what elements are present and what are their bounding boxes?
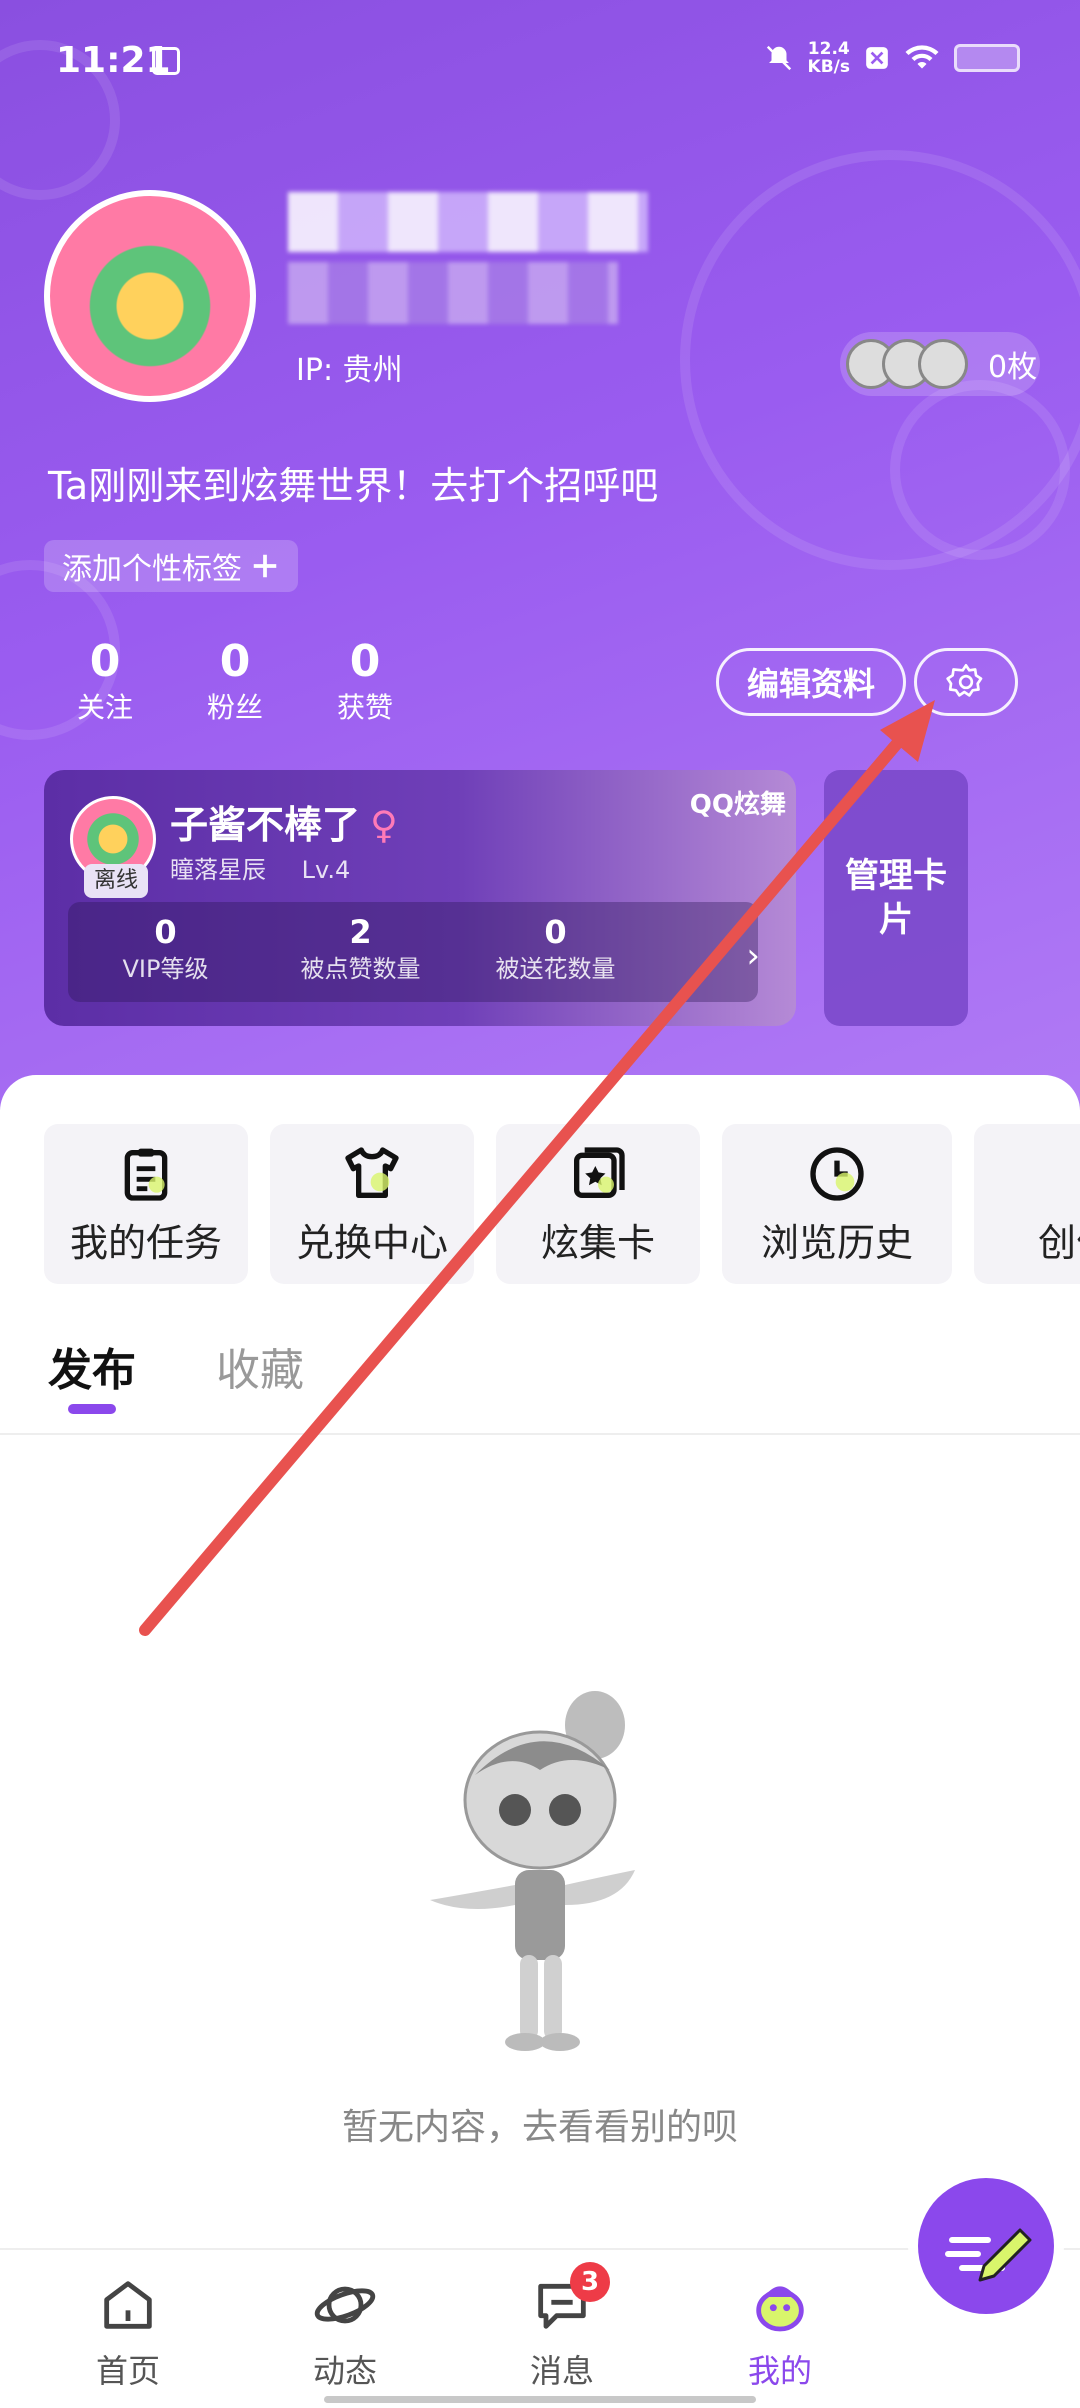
game-nickname: 子酱不棒了 <box>170 803 361 847</box>
shortcut-my-tasks[interactable]: 我的任务 <box>44 1124 248 1284</box>
clock-icon <box>810 1147 864 1201</box>
game-server-info: 瞳落星辰 Lv.4 <box>170 850 378 885</box>
nav-label: 首页 <box>95 2352 160 2390</box>
user-avatar[interactable] <box>44 190 256 402</box>
shortcut-label: 我的任务 <box>69 1221 222 1265</box>
home-icon <box>104 2281 152 2329</box>
nav-me[interactable]: 我的 <box>710 2270 850 2392</box>
game-server: 瞳落星辰 <box>170 856 266 884</box>
tab-favorites[interactable]: 收藏 <box>216 1334 304 1398</box>
stat-value: 0 <box>219 636 251 687</box>
network-speed: 12.4 KB/s <box>808 40 850 76</box>
shortcut-card-collection[interactable]: 炫集卡 <box>496 1124 700 1284</box>
stat-value: 0 <box>89 636 121 687</box>
nav-messages[interactable]: 3 消息 <box>492 2262 632 2392</box>
game-stat-label: 被送花数量 <box>495 955 616 983</box>
manage-card-button[interactable]: 管理卡片 <box>824 770 968 1026</box>
home-indicator <box>324 2396 756 2403</box>
wifi-icon <box>905 45 939 69</box>
card-icon <box>574 1147 625 1198</box>
game-stat-likes: 2 被点赞数量 <box>263 902 458 1002</box>
compose-post-button[interactable] <box>918 2178 1054 2314</box>
shortcut-browse-history[interactable]: 浏览历史 <box>722 1124 952 1284</box>
stat-label: 获赞 <box>336 691 393 724</box>
empty-state-text: 暂无内容，去看看别的呗 <box>341 2107 738 2148</box>
notification-x-icon <box>866 47 888 69</box>
game-stat-label: 被点赞数量 <box>300 955 421 983</box>
game-stat-value: 0 <box>154 913 177 951</box>
shortcut-label: 炫集卡 <box>540 1221 655 1265</box>
badge-icon <box>918 339 968 389</box>
planet-icon <box>314 2286 376 2324</box>
plus-icon <box>253 554 277 578</box>
chevron-right-icon: › <box>746 936 760 976</box>
game-nickname-row: 子酱不棒了 ♀ <box>170 794 398 849</box>
game-stat-flowers: 0 被送花数量 <box>458 902 653 1002</box>
shirt-icon <box>345 1147 399 1198</box>
female-icon: ♀ <box>370 803 398 847</box>
shortcut-label: 浏览历史 <box>760 1221 913 1265</box>
blurred-user-info <box>288 262 618 324</box>
nav-label: 我的 <box>747 2352 812 2390</box>
game-stats: 0 VIP等级 2 被点赞数量 0 被送花数量 <box>68 902 758 1002</box>
empty-state-mascot-illustration <box>430 1691 635 2051</box>
gear-icon <box>946 664 983 697</box>
game-logo: QQ炫舞 <box>689 790 786 820</box>
edit-profile-button[interactable]: 编辑资料 <box>716 648 906 716</box>
stat-label: 粉丝 <box>206 691 263 724</box>
game-level: Lv.4 <box>301 856 351 884</box>
profile-stats: 0 关注 0 粉丝 0 获赞 <box>40 636 430 728</box>
network-speed-unit: KB/s <box>807 57 850 77</box>
tab-indicator <box>68 1404 116 1414</box>
stat-following[interactable]: 0 关注 <box>40 636 170 728</box>
badge-count: 0枚 <box>988 350 1038 385</box>
game-stat-value: 0 <box>544 913 567 951</box>
profile-bio: Ta刚刚来到炫舞世界！去打个招呼吧 <box>48 464 659 508</box>
ip-location: IP: 贵州 <box>296 353 403 388</box>
game-stat-vip: 0 VIP等级 <box>68 902 263 1002</box>
game-stat-value: 2 <box>349 913 372 951</box>
blurred-username <box>288 192 648 252</box>
content-tabs: 发布 收藏 <box>0 1300 1080 1435</box>
clipboard-icon <box>124 1148 168 1201</box>
nav-feed[interactable]: 动态 <box>275 2270 415 2392</box>
game-profile-card[interactable]: 离线 子酱不棒了 ♀ 瞳落星辰 Lv.4 QQ炫舞 0 VIP等级 2 被点赞数量… <box>44 770 796 1026</box>
add-tag-button[interactable]: 添加个性标签 <box>44 540 298 592</box>
mute-bell-icon <box>766 45 791 71</box>
stat-label: 关注 <box>76 691 133 724</box>
shortcut-create[interactable]: 创作 <box>974 1124 1080 1284</box>
background-decoration <box>890 380 1070 560</box>
shortcut-row: 我的任务 兑换中心 炫集卡 浏览历史 创作 <box>44 1124 1080 1284</box>
stat-followers[interactable]: 0 粉丝 <box>170 636 300 728</box>
status-bar: 11:21 12.4 KB/s <box>0 0 1080 120</box>
pencil-note-icon <box>945 2228 1032 2282</box>
nav-home[interactable]: 首页 <box>58 2270 198 2392</box>
battery-icon <box>954 44 1020 72</box>
sim-card-icon <box>152 47 180 75</box>
online-status-badge: 离线 <box>84 864 149 898</box>
nav-label: 消息 <box>529 2352 594 2390</box>
add-tag-label: 添加个性标签 <box>62 552 242 587</box>
badge-collection[interactable]: 0枚 <box>840 332 1040 396</box>
network-speed-value: 12.4 <box>807 39 850 59</box>
create-icon <box>974 1142 1080 1206</box>
settings-button[interactable] <box>914 648 1018 716</box>
game-stat-label: VIP等级 <box>122 955 209 983</box>
unread-badge: 3 <box>570 2262 610 2302</box>
stat-value: 0 <box>349 636 381 687</box>
nav-label: 动态 <box>312 2352 377 2390</box>
shortcut-label: 创作 <box>1037 1221 1080 1265</box>
shortcut-label: 兑换中心 <box>295 1221 448 1265</box>
shortcut-exchange-center[interactable]: 兑换中心 <box>270 1124 474 1284</box>
stat-likes[interactable]: 0 获赞 <box>300 636 430 728</box>
profile-mascot-icon <box>756 2286 804 2332</box>
tab-publish[interactable]: 发布 <box>48 1334 136 1398</box>
